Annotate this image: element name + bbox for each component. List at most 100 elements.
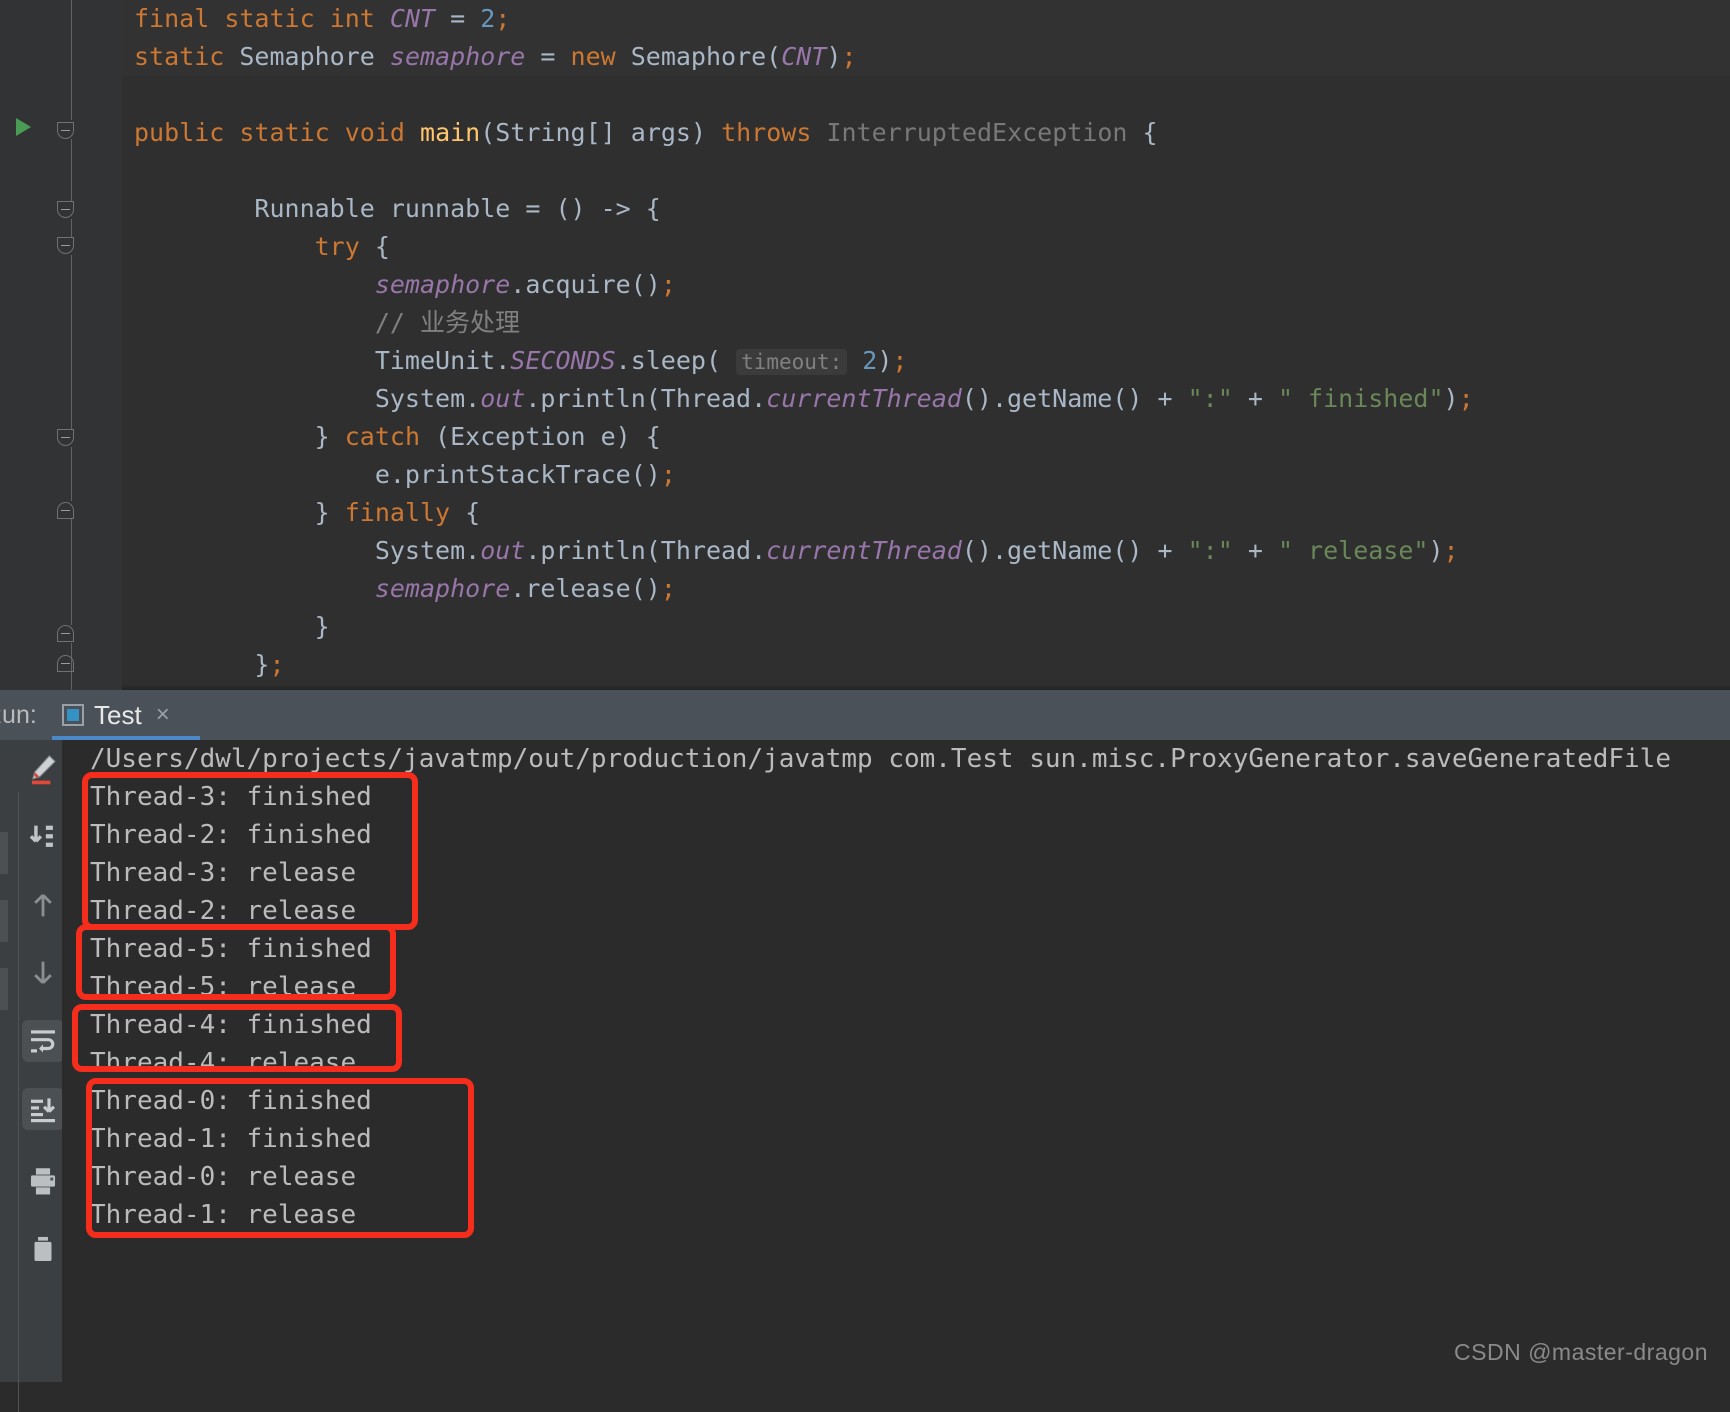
code-token: 2 [480, 4, 496, 33]
code-token: finally [344, 498, 451, 527]
code-token: static [239, 118, 330, 147]
console-output-line: Thread-4: release [90, 1048, 357, 1078]
editor-gutter[interactable] [0, 0, 122, 760]
console-output-line: Thread-4: finished [90, 1010, 372, 1040]
console-output-line: Thread-0: release [90, 1162, 357, 1192]
code-text-area[interactable]: final static int CNT = 2; static Semaphor… [122, 0, 1730, 760]
code-token: } [314, 422, 345, 451]
code-token: void [344, 118, 405, 147]
code-token: ) [826, 42, 842, 71]
code-token: out [480, 384, 526, 413]
run-triangle-icon[interactable] [16, 118, 31, 136]
code-line: public static void main(String[] args) t… [122, 114, 1730, 152]
trash-icon[interactable] [22, 1228, 64, 1270]
code-token: SECONDS [510, 346, 616, 375]
fold-marker-expand[interactable] [57, 625, 74, 642]
arrow-down-icon[interactable] [22, 952, 64, 994]
fold-marker-expand[interactable] [57, 502, 74, 519]
code-token: e.printStackTrace() [374, 460, 661, 489]
code-token: .println(Thread. [525, 536, 767, 565]
code-line: final static int CNT = 2; [122, 0, 1730, 38]
soft-wrap-icon[interactable] [22, 1020, 64, 1062]
console-output-panel[interactable]: /Users/dwl/projects/javatmp/out/producti… [62, 740, 1730, 1382]
code-token: InterruptedException [826, 118, 1128, 147]
code-token: ; [660, 574, 676, 603]
fold-marker-collapse[interactable] [57, 429, 74, 446]
code-token: ) [877, 346, 893, 375]
code-token: ; [1458, 384, 1474, 413]
code-token: Semaphore( [615, 42, 782, 71]
code-line: } finally { [122, 494, 1730, 532]
console-output-line: Thread-5: finished [90, 934, 372, 964]
fold-marker-collapse[interactable] [57, 201, 74, 218]
fold-marker-expand[interactable] [57, 655, 74, 672]
highlight-icon[interactable] [22, 748, 64, 790]
code-token: public [134, 118, 225, 147]
console-toolbar[interactable] [0, 740, 64, 1412]
fold-guide-line [71, 255, 72, 429]
fold-marker-collapse[interactable] [57, 122, 74, 139]
console-command-line: /Users/dwl/projects/javatmp/out/producti… [90, 744, 1671, 774]
toolbar-gutter-sliver [0, 900, 8, 942]
code-token: CNT [389, 4, 436, 33]
code-token: System. [374, 384, 481, 413]
code-line: Runnable runnable = () -> { [122, 190, 1730, 228]
code-token: 2 [862, 346, 878, 375]
code-token: System. [374, 536, 481, 565]
console-output-line: Thread-2: finished [90, 820, 372, 850]
print-icon[interactable] [22, 1160, 64, 1202]
code-token: Semaphore [224, 42, 390, 71]
run-tool-window[interactable]: Run: Test × [0, 690, 1730, 1412]
code-token: semaphore [374, 270, 511, 299]
code-token: try [314, 232, 360, 261]
code-token: = [525, 42, 571, 71]
code-token: } [254, 650, 270, 679]
code-token: // 业务处理 [374, 308, 520, 337]
code-token: static [224, 4, 315, 33]
code-token: Runnable runnable = () -> { [254, 194, 661, 223]
code-token: semaphore [389, 42, 526, 71]
console-output-line: Thread-3: finished [90, 782, 372, 812]
fold-guide-line [71, 519, 72, 625]
code-token: ; [892, 346, 908, 375]
code-token: (Exception e) { [420, 422, 661, 451]
code-token: ().getName() + [961, 536, 1188, 565]
code-editor-pane[interactable]: final static int CNT = 2; static Semaphor… [0, 0, 1730, 760]
code-line: } catch (Exception e) { [122, 418, 1730, 456]
code-token: .sleep( [615, 346, 737, 375]
code-line: }; [122, 646, 1730, 684]
code-token: " release" [1277, 536, 1429, 565]
fold-marker-collapse[interactable] [57, 237, 74, 254]
tab-test[interactable]: Test × [52, 690, 180, 740]
console-output-line: Thread-3: release [90, 858, 357, 888]
scroll-to-bottom-icon[interactable] [22, 1088, 64, 1130]
code-token: int [329, 4, 375, 33]
toolbar-divider [18, 792, 19, 1412]
code-line: System.out.println(Thread.currentThread(… [122, 532, 1730, 570]
tab-label: Test [94, 699, 142, 730]
arrow-up-icon[interactable] [22, 884, 64, 926]
code-line: static Semaphore semaphore = new Semapho… [122, 38, 1730, 76]
code-token: } [314, 612, 330, 641]
toolbar-gutter-sliver [0, 968, 8, 1010]
scroll-to-end-icon[interactable] [22, 816, 64, 858]
close-icon[interactable]: × [156, 701, 170, 729]
code-token: = [435, 4, 481, 33]
code-token: currentThread [766, 536, 962, 565]
